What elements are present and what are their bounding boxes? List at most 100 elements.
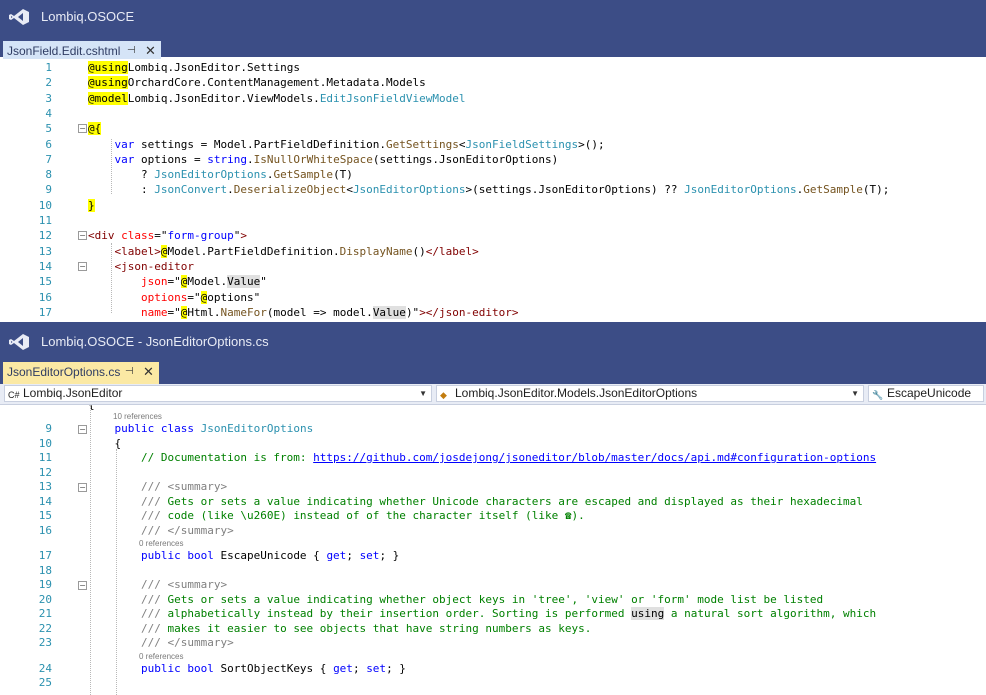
indent-guide (111, 243, 112, 313)
code-text: options="@options" (88, 290, 260, 305)
code-line[interactable]: 10 { (0, 436, 986, 451)
code-token: JsonFieldSettings (465, 137, 579, 151)
code-token: /// </summary> (140, 523, 234, 537)
code-line[interactable]: 12 (0, 465, 986, 480)
code-line[interactable]: 18 (0, 563, 986, 578)
code-editor-cs[interactable]: {10 references−9 public class JsonEditor… (0, 405, 986, 695)
code-line[interactable]: 4 (0, 106, 986, 121)
code-text: // Documentation is from: https://github… (88, 450, 876, 465)
line-number: 19 (38, 578, 52, 591)
code-token: var (114, 152, 135, 166)
line-number: 16 (38, 523, 52, 537)
code-token: options (140, 290, 188, 304)
code-line[interactable]: 14 <json-editor (0, 259, 986, 274)
code-line[interactable]: 19 /// <summary> (0, 577, 986, 592)
code-token: (T); (862, 183, 890, 197)
code-line[interactable]: 10} (0, 198, 986, 213)
code-line[interactable]: 11 (0, 213, 986, 228)
code-token: <div (88, 229, 115, 243)
code-line[interactable]: 16 /// </summary> (0, 523, 986, 538)
code-token: https://github.com/josdejong/jsoneditor/… (313, 451, 877, 464)
project-dropdown[interactable]: C# Lombiq.JsonEditor ▼ (4, 385, 432, 402)
collapse-toggle-icon[interactable]: − (78, 124, 87, 134)
code-token: /// <summary> (140, 578, 228, 591)
window-title-bar-2: Lombiq.OSOCE - JsonEditorOptions.cs (0, 325, 986, 358)
code-line[interactable]: 17 public bool EscapeUnicode { get; set;… (0, 548, 986, 563)
collapse-toggle-icon[interactable]: − (78, 261, 87, 271)
code-line[interactable]: 16 options="@options" (0, 290, 986, 305)
line-number: 15 (38, 275, 52, 289)
pin-icon[interactable]: ⊣ (125, 362, 134, 382)
code-line[interactable]: 22 /// makes it easier to see objects th… (0, 621, 986, 636)
code-line[interactable]: 25 (0, 675, 986, 690)
line-number: 2 (45, 76, 52, 90)
indent-guide (116, 449, 117, 695)
code-token: JsonEditorOptions (684, 183, 797, 197)
code-text: /// </summary> (88, 523, 234, 538)
member-name: EscapeUnicode (887, 386, 972, 400)
line-number: 13 (38, 480, 52, 493)
document-tab-strip: JsonField.Edit.cshtml ⊣ ✕ (0, 33, 986, 63)
code-line[interactable]: 9 : JsonConvert.DeserializeObject<JsonEd… (0, 182, 986, 197)
code-line[interactable]: 3 @modelLombiq.JsonEditor.ViewModels.Edit… (0, 91, 986, 106)
chevron-down-icon: ▼ (419, 389, 427, 398)
close-icon[interactable]: ✕ (143, 362, 154, 382)
code-text: var options = string.IsNullOrWhiteSpace(… (88, 152, 559, 167)
line-number: 10 (38, 436, 52, 450)
code-token: class (121, 229, 155, 243)
code-token: >(settings.JsonEditorOptions) ?? (465, 183, 685, 197)
code-line[interactable]: 9 public class JsonEditorOptions (0, 421, 986, 436)
code-text: /// </summary> (88, 635, 234, 650)
code-token: makes it easier to see objects that have… (167, 621, 592, 635)
window-title: Lombiq.OSOCE (41, 9, 135, 24)
code-line[interactable]: 13 <label>@Model.PartFieldDefinition.Dis… (0, 244, 986, 259)
close-icon[interactable]: ✕ (145, 41, 156, 61)
code-line[interactable]: 7 var options = string.IsNullOrWhiteSpac… (0, 152, 986, 167)
code-text: ? JsonEditorOptions.GetSample(T) (88, 167, 353, 182)
code-line[interactable]: 13 /// <summary> (0, 479, 986, 494)
code-token: { (88, 436, 122, 450)
code-token: /// </summary> (140, 636, 234, 649)
code-line[interactable]: 15 json="@Model.Value" (0, 274, 986, 289)
code-token: : (88, 183, 155, 197)
code-token: form-group (167, 229, 234, 243)
code-token: Model. (187, 275, 228, 289)
code-text: <json-editor (88, 259, 194, 274)
code-token: set (366, 661, 387, 675)
code-line[interactable]: 11 // Documentation is from: https://git… (0, 450, 986, 465)
collapse-toggle-icon[interactable]: − (78, 231, 87, 241)
code-line[interactable]: 15 /// code (like \u260E) instead of of … (0, 508, 986, 523)
class-icon: ◆ (440, 390, 447, 400)
code-token: public bool (140, 661, 214, 675)
code-token: JsonEditorOptions (154, 168, 267, 182)
code-line[interactable]: 20 /// Gets or sets a value indicating w… (0, 592, 986, 607)
code-token: a natural sort algorithm, which (664, 607, 877, 620)
code-line[interactable]: 8 ? JsonEditorOptions.GetSample(T) (0, 167, 986, 182)
code-line[interactable]: 5 @{ (0, 121, 986, 136)
code-editor-cshtml[interactable]: 1 @usingLombiq.JsonEditor.Settings 2 @using… (0, 59, 986, 322)
tab-jsoneditoroptions-cs[interactable]: JsonEditorOptions.cs ⊣ ✕ (3, 362, 159, 384)
code-line[interactable]: 2 @usingOrchardCore.ContentManagement.Met… (0, 75, 986, 90)
member-dropdown[interactable]: 🔧 EscapeUnicode (868, 385, 984, 402)
code-token: @using (88, 61, 128, 74)
code-line[interactable]: 6 var settings = Model.PartFieldDefiniti… (0, 137, 986, 152)
code-line[interactable]: 21 /// alphabetically instead by their i… (0, 606, 986, 621)
line-number: 17 (38, 305, 52, 319)
code-line[interactable]: 17 name="@Html.NameFor(model => model.Va… (0, 305, 986, 320)
code-line[interactable]: 12 <div class="form-group"> (0, 228, 986, 243)
code-token: @{ (88, 122, 102, 136)
line-number: 23 (38, 636, 52, 649)
code-line[interactable]: { (0, 405, 986, 412)
code-line[interactable]: 24 public bool SortObjectKeys { get; set… (0, 661, 986, 676)
code-token: Lombiq.JsonEditor.ViewModels. (127, 91, 320, 105)
code-line[interactable]: 23 /// </summary> (0, 635, 986, 650)
code-token: () (412, 244, 426, 258)
indent-guide (90, 405, 91, 695)
pin-icon[interactable]: ⊣ (127, 41, 136, 61)
type-dropdown[interactable]: ◆ Lombiq.JsonEditor.Models.JsonEditorOpt… (436, 385, 864, 402)
code-line[interactable]: 14 /// Gets or sets a value indicating w… (0, 494, 986, 509)
line-number: 11 (38, 451, 52, 464)
code-line[interactable]: 1 @usingLombiq.JsonEditor.Settings (0, 60, 986, 75)
